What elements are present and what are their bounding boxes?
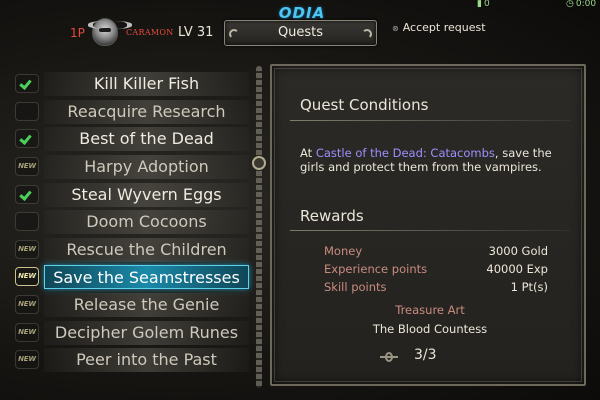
battery-text: 0 bbox=[483, 0, 490, 9]
quest-title: Rescue the Children bbox=[44, 238, 249, 262]
character-level: LV 31 bbox=[178, 25, 214, 40]
quest-status-box: NEW bbox=[15, 323, 39, 342]
player-tag: 1P bbox=[70, 26, 85, 40]
new-badge: NEW bbox=[18, 162, 36, 170]
quest-item[interactable]: Kill Killer Fish bbox=[0, 70, 260, 98]
checkmark-icon bbox=[19, 77, 32, 90]
reward-label: Skill points bbox=[324, 280, 387, 294]
quest-title: Save the Seamstresses bbox=[44, 265, 249, 289]
quest-item[interactable]: NEW Peer into the Past bbox=[0, 346, 260, 374]
quest-progress-count: 3/3 bbox=[414, 347, 437, 363]
new-badge: NEW bbox=[18, 272, 36, 280]
ornament-right-icon bbox=[362, 29, 372, 39]
checkmark-icon bbox=[19, 132, 32, 145]
quest-status-box: NEW bbox=[15, 295, 39, 314]
tab-quests-label: Quests bbox=[277, 25, 324, 40]
new-badge: NEW bbox=[18, 245, 36, 253]
reward-money: Money 3000 Gold bbox=[324, 244, 548, 262]
scroll-icon bbox=[380, 351, 398, 363]
ornament-left-icon bbox=[229, 29, 239, 39]
quest-list: Kill Killer Fish Reacquire Research Best… bbox=[0, 70, 260, 378]
quest-title: Doom Cocoons bbox=[44, 210, 249, 234]
quest-item[interactable]: Reacquire Research bbox=[0, 98, 260, 126]
quest-title: Best of the Dead bbox=[44, 127, 249, 151]
quest-title: Reacquire Research bbox=[44, 100, 249, 124]
quest-item[interactable]: Best of the Dead bbox=[0, 125, 260, 153]
clock-icon: ◷ bbox=[566, 0, 574, 9]
accept-request-label: Accept request bbox=[402, 21, 486, 34]
quest-title: Peer into the Past bbox=[44, 348, 249, 372]
character-name: CARAMON bbox=[126, 28, 174, 37]
reward-value: 1 Pt(s) bbox=[510, 280, 548, 294]
header-bar: 1P CARAMON LV 31 Quests ⊗ Accept request bbox=[0, 18, 600, 48]
x-button-icon: ⊗ bbox=[392, 24, 399, 33]
reward-value: 3000 Gold bbox=[488, 244, 548, 258]
quest-status-box: NEW bbox=[15, 157, 39, 176]
quest-item[interactable]: NEW Release the Genie bbox=[0, 291, 260, 319]
accept-request-hint[interactable]: ⊗ Accept request bbox=[392, 21, 486, 34]
quest-item[interactable]: NEW Rescue the Children bbox=[0, 236, 260, 264]
battery-indicator: ▮ 0 bbox=[477, 0, 490, 9]
quest-item[interactable]: Doom Cocoons bbox=[0, 208, 260, 236]
chain-divider bbox=[256, 66, 262, 388]
quest-status-box: NEW bbox=[15, 240, 39, 259]
quest-item[interactable]: NEW Harpy Adoption bbox=[0, 153, 260, 181]
new-badge: NEW bbox=[18, 300, 36, 308]
character-avatar bbox=[88, 18, 132, 46]
quest-status-box bbox=[15, 129, 39, 148]
rewards-heading: Rewards bbox=[300, 207, 364, 225]
quest-title: Kill Killer Fish bbox=[44, 72, 249, 96]
quest-title: Steal Wyvern Eggs bbox=[44, 183, 249, 207]
quest-title: Release the Genie bbox=[44, 293, 249, 317]
quest-item[interactable]: NEW Decipher Golem Runes bbox=[0, 319, 260, 347]
quest-location: Castle of the Dead: Catacombs bbox=[315, 146, 495, 160]
conditions-prefix: At bbox=[300, 146, 316, 160]
quest-detail-panel: Quest Conditions At Castle of the Dead: … bbox=[270, 64, 586, 386]
treasure-art-value: The Blood Countess bbox=[372, 322, 488, 336]
reward-label: Money bbox=[324, 244, 363, 258]
tab-quests[interactable]: Quests bbox=[224, 20, 377, 46]
new-badge: NEW bbox=[18, 328, 36, 336]
reward-value: 40000 Exp bbox=[486, 262, 548, 276]
battery-icon: ▮ bbox=[477, 0, 482, 9]
chain-ornament-icon bbox=[252, 156, 266, 170]
reward-skill-points: Skill points 1 Pt(s) bbox=[324, 280, 548, 298]
checkmark-icon bbox=[19, 188, 32, 201]
quest-title: Harpy Adoption bbox=[44, 155, 249, 179]
treasure-art-label: Treasure Art bbox=[395, 303, 465, 317]
quest-status-box bbox=[15, 212, 39, 231]
reward-experience: Experience points 40000 Exp bbox=[324, 262, 548, 280]
clock: ◷ 0:00 bbox=[566, 0, 596, 9]
quest-conditions-text: At Castle of the Dead: Catacombs, save t… bbox=[300, 146, 560, 174]
quest-item-selected[interactable]: NEW Save the Seamstresses bbox=[0, 263, 260, 291]
quest-title: Decipher Golem Runes bbox=[44, 321, 249, 345]
new-badge: NEW bbox=[18, 355, 36, 363]
reward-label: Experience points bbox=[324, 262, 428, 276]
quest-status-box bbox=[15, 102, 39, 121]
quest-conditions-heading: Quest Conditions bbox=[300, 96, 429, 114]
quest-status-box bbox=[15, 74, 39, 93]
clock-text: 0:00 bbox=[575, 0, 597, 9]
divider bbox=[290, 120, 570, 121]
quest-status-box: NEW bbox=[15, 350, 39, 369]
quest-status-box: NEW bbox=[15, 267, 39, 286]
quest-item[interactable]: Steal Wyvern Eggs bbox=[0, 181, 260, 209]
quest-status-box bbox=[15, 185, 39, 204]
divider bbox=[290, 230, 570, 231]
